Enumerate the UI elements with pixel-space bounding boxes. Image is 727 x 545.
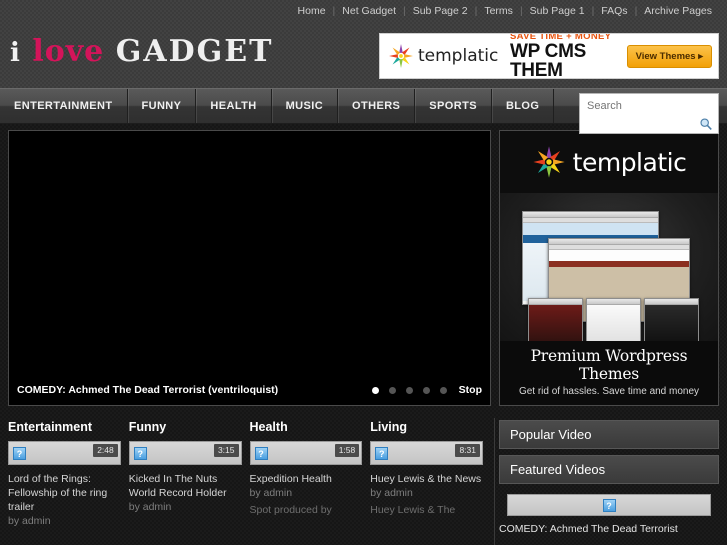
broken-image-icon: ? xyxy=(254,446,268,460)
category-health: Health ? 1:58 Expedition Health by admin… xyxy=(249,420,371,528)
templatic-star-icon xyxy=(533,146,565,178)
player-dot-2[interactable] xyxy=(388,386,396,394)
templatic-star-icon xyxy=(389,44,413,68)
video-excerpt: Huey Lewis & The xyxy=(370,504,456,516)
promo-heading: Premium Wordpress Themes xyxy=(530,347,688,383)
player-caption-bar: COMEDY: Achmed The Dead Terrorist (ventr… xyxy=(9,375,490,405)
page-content: COMEDY: Achmed The Dead Terrorist (ventr… xyxy=(0,124,727,535)
video-duration-badge: 3:15 xyxy=(213,444,239,457)
search-box[interactable] xyxy=(579,93,719,134)
player-pagination[interactable] xyxy=(371,386,447,394)
topnav-item-net-gadget[interactable]: Net Gadget xyxy=(335,0,403,22)
video-byline: by admin xyxy=(249,487,293,499)
nav-item-funny[interactable]: FUNNY xyxy=(128,89,197,123)
video-thumbnail[interactable]: ? 2:48 xyxy=(8,441,121,465)
screenshot-thumb-2 xyxy=(586,298,641,341)
promo-brand-bar: templatic xyxy=(500,131,718,193)
site-logo[interactable]: i love GADGET xyxy=(10,37,273,67)
category-living: Living ? 8:31 Huey Lewis & the News by a… xyxy=(370,420,491,528)
sidebar-promo-ad[interactable]: templatic Premium Wordpress Themes Get r… xyxy=(499,130,719,406)
logo-word-love: love xyxy=(32,34,105,69)
video-duration-badge: 1:58 xyxy=(334,444,360,457)
banner-tagline: SAVE TIME + MONEY xyxy=(510,33,612,42)
video-excerpt: Spot produced by xyxy=(249,504,332,516)
topnav-item-sub-page-2[interactable]: Sub Page 2 xyxy=(406,0,475,22)
screenshot-thumb-1 xyxy=(528,298,583,341)
category-heading: Living xyxy=(370,420,408,434)
player-dot-5[interactable] xyxy=(439,386,447,394)
widget-tab-popular-video[interactable]: Popular Video xyxy=(499,420,719,449)
player-stop-button[interactable]: Stop xyxy=(459,384,482,396)
promo-screenshots xyxy=(500,193,718,341)
category-heading: Health xyxy=(249,420,288,434)
video-thumbnail[interactable]: ? 1:58 xyxy=(249,441,363,465)
sidebar-divider xyxy=(494,418,495,545)
category-funny: Funny ? 3:15 Kicked In The Nuts World Re… xyxy=(128,420,250,528)
promo-subheading: Get rid of hassles. Save time and money xyxy=(518,386,700,397)
banner-brand: templatic xyxy=(380,43,508,69)
video-duration-badge: 8:31 xyxy=(455,444,480,457)
search-input[interactable] xyxy=(580,94,718,112)
featured-video-title[interactable]: COMEDY: Achmed The Dead Terrorist xyxy=(499,523,719,535)
logo-word-i: i xyxy=(10,38,21,68)
video-thumbnail[interactable]: ? 3:15 xyxy=(128,441,242,465)
header-banner-ad[interactable]: templatic SAVE TIME + MONEY WP CMS THEM … xyxy=(379,33,719,79)
nav-item-blog[interactable]: BLOG xyxy=(492,89,555,123)
broken-image-icon: ? xyxy=(602,498,616,512)
video-byline: by admin xyxy=(128,501,172,513)
video-duration-badge: 2:48 xyxy=(93,444,118,457)
video-title[interactable]: Expedition Health xyxy=(250,472,363,486)
left-column: COMEDY: Achmed The Dead Terrorist (ventr… xyxy=(8,130,491,535)
nav-item-music[interactable]: MUSIC xyxy=(272,89,339,123)
main-navigation: ENTERTAINMENT FUNNY HEALTH MUSIC OTHERS … xyxy=(0,88,727,134)
search-icon[interactable] xyxy=(699,117,713,131)
promo-text: Premium Wordpress Themes Get rid of hass… xyxy=(500,341,718,405)
sidebar-widgets: Popular Video Featured Videos ? COMEDY: … xyxy=(499,420,719,535)
screenshot-thumb-3 xyxy=(644,298,699,341)
topnav-item-home[interactable]: Home xyxy=(291,0,333,22)
player-dot-1[interactable] xyxy=(371,386,379,394)
topnav-item-archive-pages[interactable]: Archive Pages xyxy=(637,0,719,22)
player-dot-3[interactable] xyxy=(405,386,413,394)
widget-tab-featured-videos[interactable]: Featured Videos xyxy=(499,455,719,484)
video-byline: by admin xyxy=(8,515,51,527)
banner-brand-label: templatic xyxy=(418,46,499,66)
video-player[interactable]: COMEDY: Achmed The Dead Terrorist (ventr… xyxy=(8,130,491,406)
player-dot-4[interactable] xyxy=(422,386,430,394)
video-title[interactable]: Kicked In The Nuts World Record Holder xyxy=(129,472,242,500)
broken-image-icon: ? xyxy=(13,446,26,460)
broken-image-icon: ? xyxy=(133,446,147,460)
topnav-item-sub-page-1[interactable]: Sub Page 1 xyxy=(523,0,592,22)
banner-copy: SAVE TIME + MONEY WP CMS THEM xyxy=(508,33,627,79)
video-thumbnail[interactable]: ? 8:31 xyxy=(370,441,483,465)
featured-video-thumbnail[interactable]: ? xyxy=(507,494,711,516)
site-header: Home | Net Gadget | Sub Page 2 | Terms |… xyxy=(0,0,727,88)
category-heading: Funny xyxy=(128,420,167,434)
category-entertainment: Entertainment ? 2:48 Lord of the Rings: … xyxy=(8,420,129,528)
banner-headline: WP CMS THEM xyxy=(510,41,586,79)
view-themes-button[interactable]: View Themes ▸ xyxy=(626,44,712,68)
topnav-item-faqs[interactable]: FAQs xyxy=(594,0,634,22)
nav-item-others[interactable]: OTHERS xyxy=(338,89,416,123)
right-sidebar: templatic Premium Wordpress Themes Get r… xyxy=(499,130,719,535)
logo-word-gadget: GADGET xyxy=(115,34,274,69)
video-title[interactable]: Lord of the Rings: Fellowship of the rin… xyxy=(8,472,121,514)
nav-item-entertainment[interactable]: ENTERTAINMENT xyxy=(0,89,128,123)
top-navigation: Home | Net Gadget | Sub Page 2 | Terms |… xyxy=(0,0,727,22)
nav-item-sports[interactable]: SPORTS xyxy=(415,89,492,123)
video-byline: by admin xyxy=(370,487,413,499)
topnav-item-terms[interactable]: Terms xyxy=(477,0,520,22)
player-video-title: COMEDY: Achmed The Dead Terrorist (ventr… xyxy=(17,384,279,396)
video-title[interactable]: Huey Lewis & the News xyxy=(370,472,483,486)
category-columns: Entertainment ? 2:48 Lord of the Rings: … xyxy=(8,420,491,528)
nav-item-health[interactable]: HEALTH xyxy=(196,89,272,123)
promo-brand-label: templatic xyxy=(572,147,687,177)
video-screen[interactable] xyxy=(9,131,490,375)
category-heading: Entertainment xyxy=(8,420,93,434)
broken-image-icon: ? xyxy=(375,446,389,460)
